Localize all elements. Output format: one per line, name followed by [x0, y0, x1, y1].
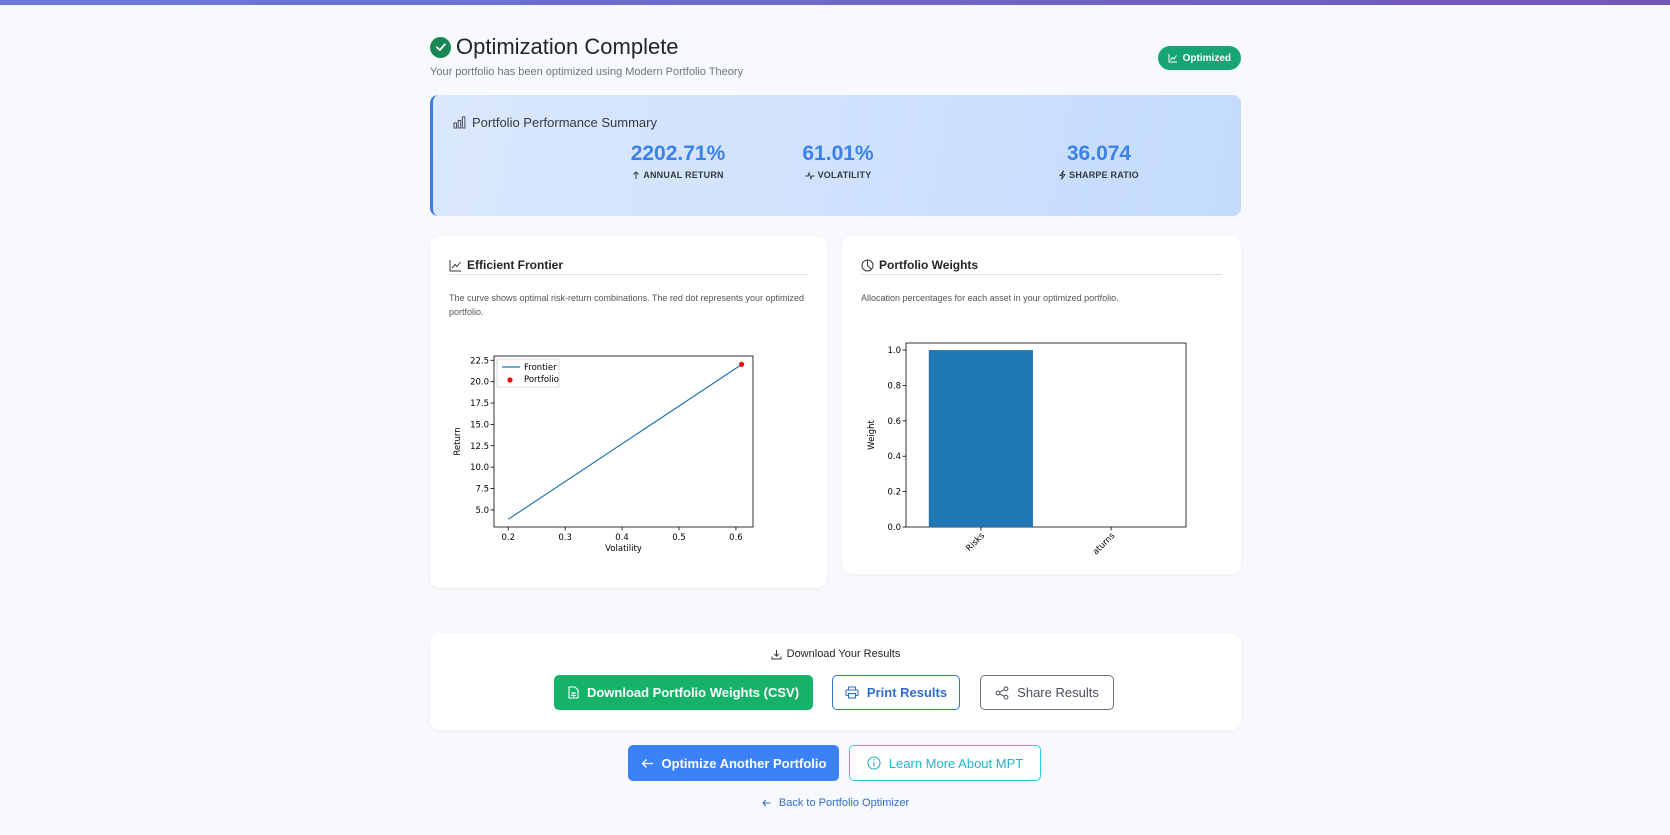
card-description: Allocation percentages for each asset in… — [861, 293, 1119, 303]
download-title-text: Download Your Results — [786, 648, 901, 660]
y-tick-label: 12.5 — [470, 442, 489, 452]
download-csv-label: Download Portfolio Weights (CSV) — [586, 685, 800, 700]
print-results-label: Print Results — [866, 685, 948, 700]
arrow-left-icon — [762, 799, 771, 807]
page-title: Optimization Complete — [456, 34, 679, 59]
printer-icon — [845, 686, 859, 699]
y-tick-label: 0.2 — [887, 488, 901, 498]
weight-bar — [928, 350, 1033, 527]
page-subtitle: Your portfolio has been optimized using … — [430, 66, 744, 78]
lightning-icon — [1059, 170, 1066, 180]
pie-chart-icon — [861, 259, 874, 271]
y-tick-label: 15.0 — [470, 420, 489, 430]
y-tick-label: 20.0 — [470, 378, 489, 388]
metric-value: 61.01% — [802, 142, 874, 165]
metric-sharpe-ratio: 36.074 SHARPE RATIO — [999, 142, 1199, 180]
download-icon — [771, 649, 782, 659]
print-results-button[interactable]: Print Results — [832, 675, 960, 710]
file-spreadsheet-icon — [568, 686, 579, 699]
y-tick-label: 1.0 — [887, 346, 901, 356]
efficient-frontier-chart: 0.2 0.3 0.4 0.5 0.6 5.0 7.5 10.0 12.5 15.0 17.5 20.… — [453, 355, 754, 554]
chart-line-icon — [1168, 54, 1177, 63]
legend-label: Portfolio — [524, 375, 559, 385]
portfolio-weights-card: Portfolio Weights Allocation percentages… — [842, 236, 1241, 574]
x-tick-label: 0.3 — [558, 533, 572, 543]
portfolio-point — [739, 361, 745, 367]
x-tick-label: aturns — [1091, 531, 1118, 557]
y-tick-label: 7.5 — [475, 485, 489, 495]
check-circle-icon — [430, 36, 451, 58]
arrow-left-icon — [641, 758, 653, 768]
bar-chart-icon — [453, 116, 466, 129]
legend-dot-swatch — [507, 377, 513, 383]
info-circle-icon — [867, 756, 881, 770]
card-divider — [861, 274, 1222, 275]
portfolio-weights-chart: Risks aturns 0.0 0.2 0.4 0.6 0.8 1.0 Weight — [867, 342, 1187, 557]
efficient-frontier-card: Efficient Frontier The curve shows optim… — [430, 236, 827, 588]
arrow-up-icon — [633, 170, 640, 179]
y-tick-label: 0.4 — [887, 452, 901, 462]
share-icon — [995, 685, 1009, 700]
download-csv-button[interactable]: Download Portfolio Weights (CSV) — [554, 675, 813, 710]
summary-title: Portfolio Performance Summary — [453, 115, 657, 130]
performance-summary: Portfolio Performance Summary 2202.71% A… — [430, 95, 1241, 216]
status-badge: Optimized — [1157, 46, 1241, 70]
card-title: Efficient Frontier — [467, 258, 564, 272]
y-tick-label: 0.8 — [887, 381, 901, 391]
y-tick-label: 0.6 — [887, 417, 901, 427]
card-description: The curve shows optimal risk-return comb… — [449, 293, 804, 317]
status-badge-label: Optimized — [1182, 52, 1231, 64]
back-link-label: Back to Portfolio Optimizer — [778, 797, 910, 809]
pulse-icon — [805, 170, 815, 180]
y-tick-label: 5.0 — [475, 506, 489, 516]
share-results-button[interactable]: Share Results — [980, 675, 1114, 710]
x-tick-label: 0.2 — [501, 533, 515, 543]
learn-more-button[interactable]: Learn More About MPT — [849, 745, 1041, 781]
top-accent-bar — [0, 0, 1670, 5]
metric-value: 36.074 — [1066, 142, 1132, 165]
y-tick-label: 22.5 — [470, 356, 489, 366]
metric-label: VOLATILITY — [817, 170, 872, 180]
optimize-another-button[interactable]: Optimize Another Portfolio — [628, 745, 839, 781]
metric-label: ANNUAL RETURN — [643, 170, 724, 180]
x-tick-label: Risks — [964, 531, 987, 554]
chart-legend: Frontier Portfolio — [496, 358, 560, 388]
y-tick-label: 17.5 — [470, 399, 489, 409]
card-title: Portfolio Weights — [879, 258, 979, 272]
metric-volatility: 61.01% VOLATILITY — [738, 142, 938, 180]
x-axis-label: Volatility — [605, 544, 642, 554]
y-tick-label: 10.0 — [470, 463, 489, 473]
share-results-label: Share Results — [1017, 685, 1099, 700]
y-axis-label: Weight — [867, 420, 877, 450]
line-chart-icon — [449, 259, 461, 271]
card-divider — [449, 274, 808, 275]
optimize-another-label: Optimize Another Portfolio — [661, 755, 827, 771]
download-title: Download Your Results — [430, 648, 1241, 660]
learn-more-label: Learn More About MPT — [888, 755, 1024, 771]
x-tick-label: 0.6 — [729, 533, 743, 543]
download-section: Download Your Results Download Portfolio… — [430, 633, 1241, 730]
x-tick-label: 0.4 — [615, 533, 629, 543]
summary-title-text: Portfolio Performance Summary — [472, 115, 657, 130]
metric-label: SHARPE RATIO — [1069, 170, 1139, 180]
x-tick-label: 0.5 — [672, 533, 686, 543]
legend-label: Frontier — [524, 363, 557, 373]
page-header: Optimization Complete Your portfolio has… — [430, 34, 1241, 84]
y-tick-label: 0.0 — [887, 523, 901, 533]
back-link[interactable]: Back to Portfolio Optimizer — [430, 797, 1241, 809]
y-axis-label: Return — [453, 427, 463, 455]
